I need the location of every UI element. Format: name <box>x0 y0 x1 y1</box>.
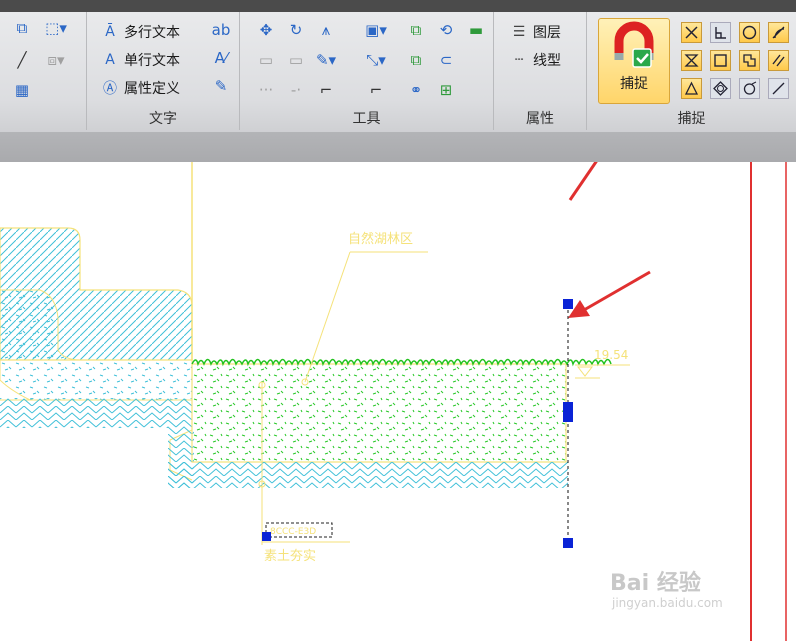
snap-node-icon[interactable] <box>739 78 760 99</box>
dots-icon[interactable]: ··· <box>256 80 276 100</box>
watermark-url: jingyan.baidu.com <box>612 596 723 610</box>
rotate-icon[interactable]: ↻ <box>286 20 306 40</box>
snap-perpendicular-icon[interactable] <box>710 22 731 43</box>
layers-label: 图层 <box>533 25 561 41</box>
boxed-label: 8CCC-E3D <box>270 527 316 537</box>
erase-icon[interactable]: ▭ <box>256 50 276 70</box>
magnet-icon <box>614 21 654 68</box>
capture-button[interactable]: 捕捉 <box>598 18 670 104</box>
stack-icon[interactable]: ⧈▾ <box>46 50 66 70</box>
elevation-marker: 19.54 <box>575 348 630 379</box>
block-icon[interactable]: ▣▾ <box>365 20 387 40</box>
table-icon[interactable]: ▦ <box>12 80 32 100</box>
array-icon[interactable]: ⟲ <box>436 20 456 40</box>
snap-triangle-icon[interactable] <box>681 78 702 99</box>
snap-quadrant-icon[interactable] <box>710 78 731 99</box>
fillet-icon[interactable]: ⌐ <box>316 80 336 100</box>
paint-icon[interactable]: ✎▾ <box>316 50 336 70</box>
grip-top[interactable] <box>563 299 573 309</box>
command-strip <box>0 132 796 162</box>
chamfer-icon[interactable]: ⌐ <box>366 80 386 100</box>
panel-label-properties: 属性 <box>526 111 554 127</box>
attribute-definition-button[interactable]: Ⓐ 属性定义 <box>101 78 180 98</box>
snap-endpoint-icon[interactable] <box>710 50 731 71</box>
grip-mid-1[interactable] <box>563 402 573 412</box>
snap-center-icon[interactable] <box>739 22 760 43</box>
bar-icon[interactable]: ▬ <box>466 20 486 40</box>
grip-bottom-label[interactable] <box>262 532 271 541</box>
bottom-label: 素土夯实 <box>264 549 316 564</box>
linetype-button[interactable]: ┄ 线型 <box>510 50 561 70</box>
single-line-text-button[interactable]: A 单行文本 <box>101 50 180 70</box>
snap-parallel-icon[interactable] <box>768 50 789 71</box>
title-bar <box>0 0 796 12</box>
dotted-select-icon[interactable]: ⬚▾ <box>45 18 67 38</box>
multiline-text-label: 多行文本 <box>124 25 180 41</box>
stretch-icon[interactable]: ⧉ <box>406 50 426 70</box>
panel-properties: ☰ 图层 ┄ 线型 属性 <box>494 12 587 130</box>
attribute-definition-label: 属性定义 <box>124 81 180 97</box>
text-scale-icon[interactable]: A⁄ <box>211 48 231 68</box>
copy-objects-icon[interactable]: ⧉ <box>406 20 426 40</box>
linetype-icon: ┄ <box>514 52 524 68</box>
grip-mid-2[interactable] <box>563 412 573 422</box>
snap-tangent-icon[interactable] <box>768 22 789 43</box>
explode-icon[interactable]: ⊞ <box>436 80 456 100</box>
panel-tools: ✥ ↻ ⩚ ▣▾ ⧉ ⟲ ▬ ▭ ▭ ✎▾ ⤡▾ ⧉ ⊂ ··· -· ⌐ ⌐ … <box>240 12 494 130</box>
ribbon: ⧉ ⬚▾ ╱ ⧈▾ ▦ Ā 多行文本 A 单行文本 Ⓐ 属性定义 ab A⁄ ✎… <box>0 0 796 132</box>
mirror-icon[interactable]: ⩚ <box>316 20 336 40</box>
layers-icon: ☰ <box>512 24 526 40</box>
dash-icon[interactable]: -· <box>286 80 306 100</box>
multiline-text-icon: Ā <box>105 24 115 40</box>
clipboard-icon[interactable]: ▭ <box>286 50 306 70</box>
layers-button[interactable]: ☰ 图层 <box>510 22 561 42</box>
text-style-icon[interactable]: ab <box>211 20 231 40</box>
text-edit-icon[interactable]: ✎ <box>211 76 231 96</box>
join-icon[interactable]: ⚭ <box>406 80 426 100</box>
snap-extension-icon[interactable] <box>739 50 760 71</box>
single-line-text-label: 单行文本 <box>124 53 180 69</box>
move-icon[interactable]: ✥ <box>256 20 276 40</box>
panel-label-text: 文字 <box>149 111 177 127</box>
grip-bottom[interactable] <box>563 538 573 548</box>
linetype-label: 线型 <box>533 53 561 69</box>
watermark-brand: Bai 经验 <box>610 571 701 596</box>
single-line-text-icon: A <box>105 52 115 68</box>
snap-nearest-icon[interactable] <box>768 78 789 99</box>
multiline-text-button[interactable]: Ā 多行文本 <box>101 22 180 42</box>
attribute-definition-icon: Ⓐ <box>103 81 117 97</box>
brush-icon[interactable]: ╱ <box>12 50 32 70</box>
lawn-bed <box>168 358 612 488</box>
panel-text: Ā 多行文本 A 单行文本 Ⓐ 属性定义 ab A⁄ ✎ 文字 <box>87 12 240 130</box>
panel-label-tools: 工具 <box>352 111 381 127</box>
left-planting-hatch <box>0 227 194 488</box>
elevation-value: 19.54 <box>594 348 628 362</box>
scale-icon[interactable]: ⤡▾ <box>366 50 386 70</box>
area-label: 自然湖林区 <box>348 231 413 247</box>
snap-intersection-icon[interactable] <box>681 22 702 43</box>
panel-draw-partial: ⧉ ⬚▾ ╱ ⧈▾ ▦ <box>0 12 87 130</box>
snap-midpoint-icon[interactable] <box>681 50 702 71</box>
panel-label-snap: 捕捉 <box>677 111 706 127</box>
copy-icon[interactable]: ⧉ <box>12 18 32 38</box>
offset-icon[interactable]: ⊂ <box>436 50 456 70</box>
capture-label: 捕捉 <box>620 76 648 92</box>
annotation-arrows <box>568 162 651 318</box>
